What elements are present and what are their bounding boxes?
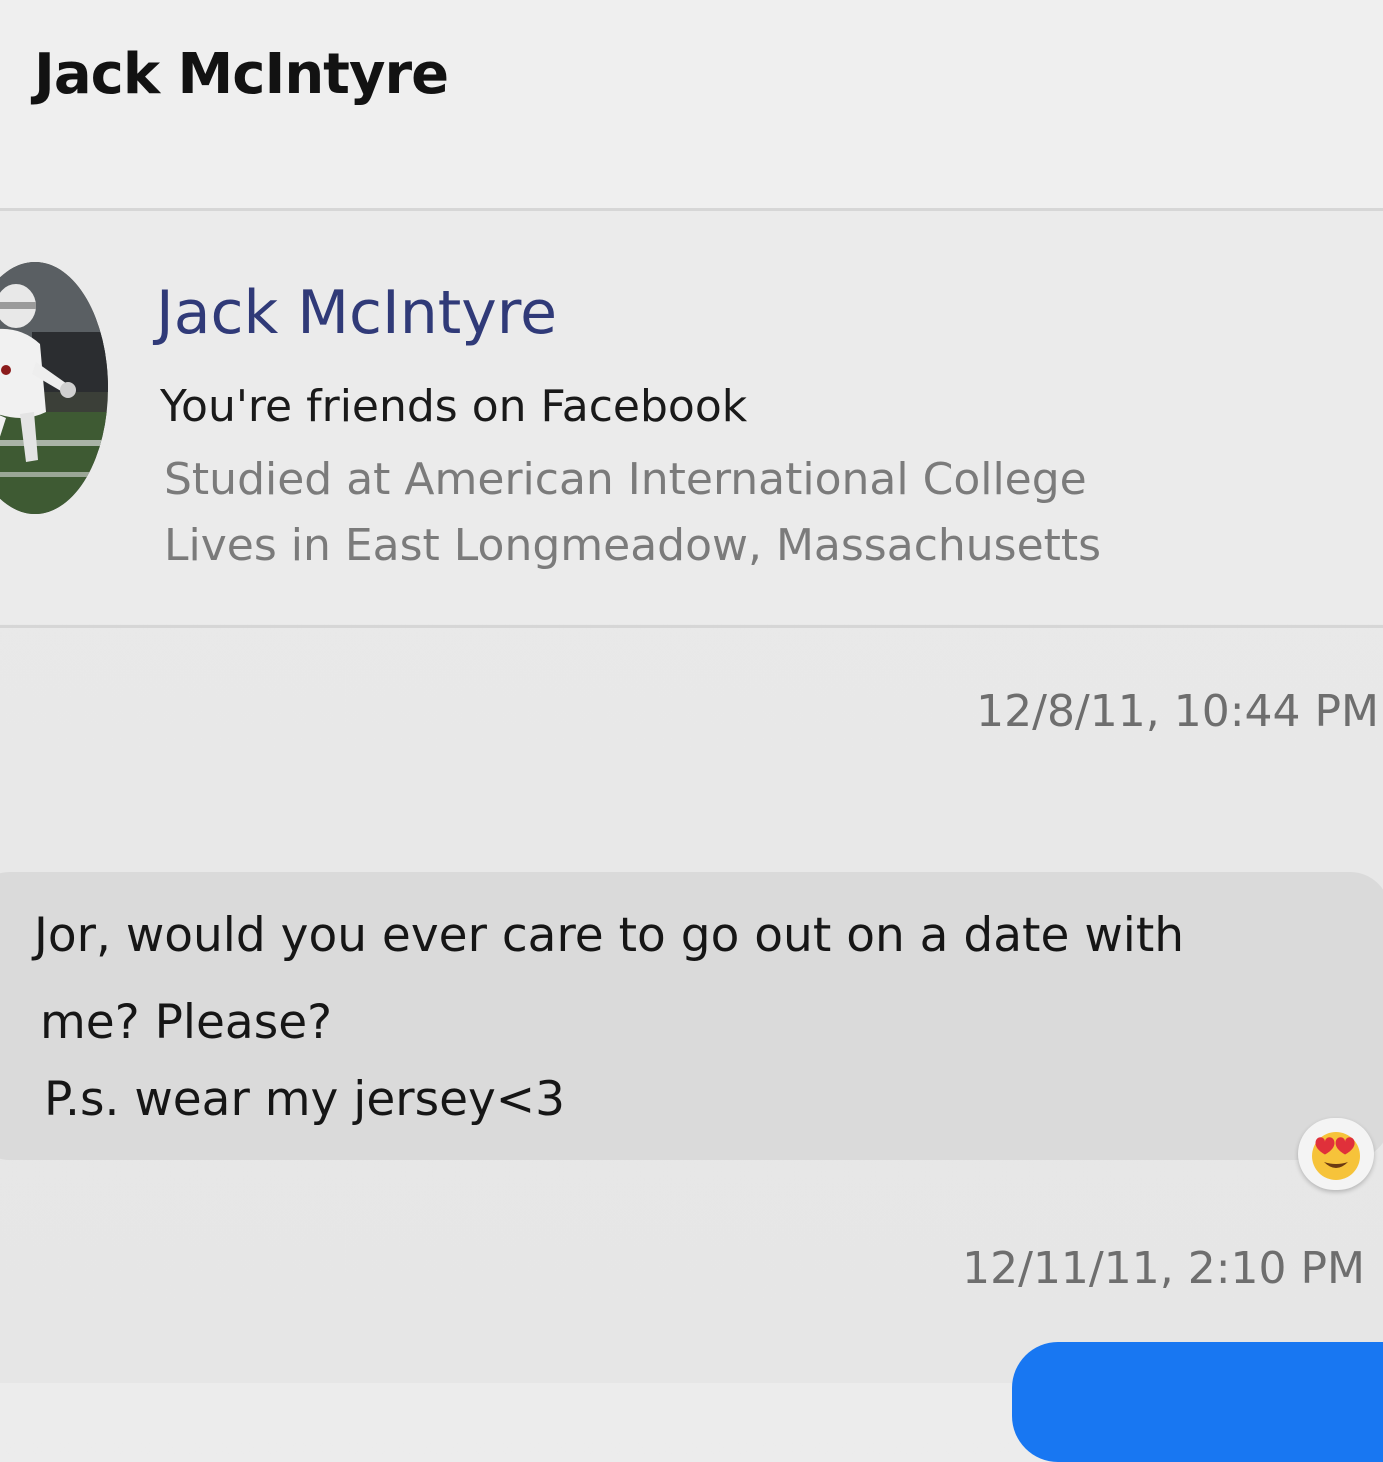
- message-text-line: Jor, would you ever care to go out on a …: [34, 908, 1185, 963]
- location-detail: Lives in East Longmeadow, Massachusetts: [164, 520, 1102, 571]
- message-timestamp: 12/11/11, 2:10 PM: [962, 1243, 1365, 1294]
- heart-eyes-emoji-icon: [1312, 1132, 1360, 1180]
- message-text-line: me? Please?: [40, 995, 333, 1050]
- friendship-status: You're friends on Facebook: [160, 381, 748, 432]
- conversation-header: Jack McIntyre: [0, 0, 1383, 210]
- message-reaction[interactable]: [1298, 1118, 1374, 1190]
- message-text-line: P.s. wear my jersey<3: [44, 1072, 566, 1127]
- header-title[interactable]: Jack McIntyre: [34, 42, 449, 107]
- education-detail: Studied at American International Colleg…: [164, 454, 1087, 505]
- message-timestamp: 12/8/11, 10:44 PM: [976, 686, 1379, 737]
- header-divider: [0, 208, 1383, 211]
- profile-divider: [0, 625, 1383, 628]
- profile-name[interactable]: Jack McIntyre: [156, 278, 557, 348]
- sent-message-bubble[interactable]: [1012, 1342, 1383, 1462]
